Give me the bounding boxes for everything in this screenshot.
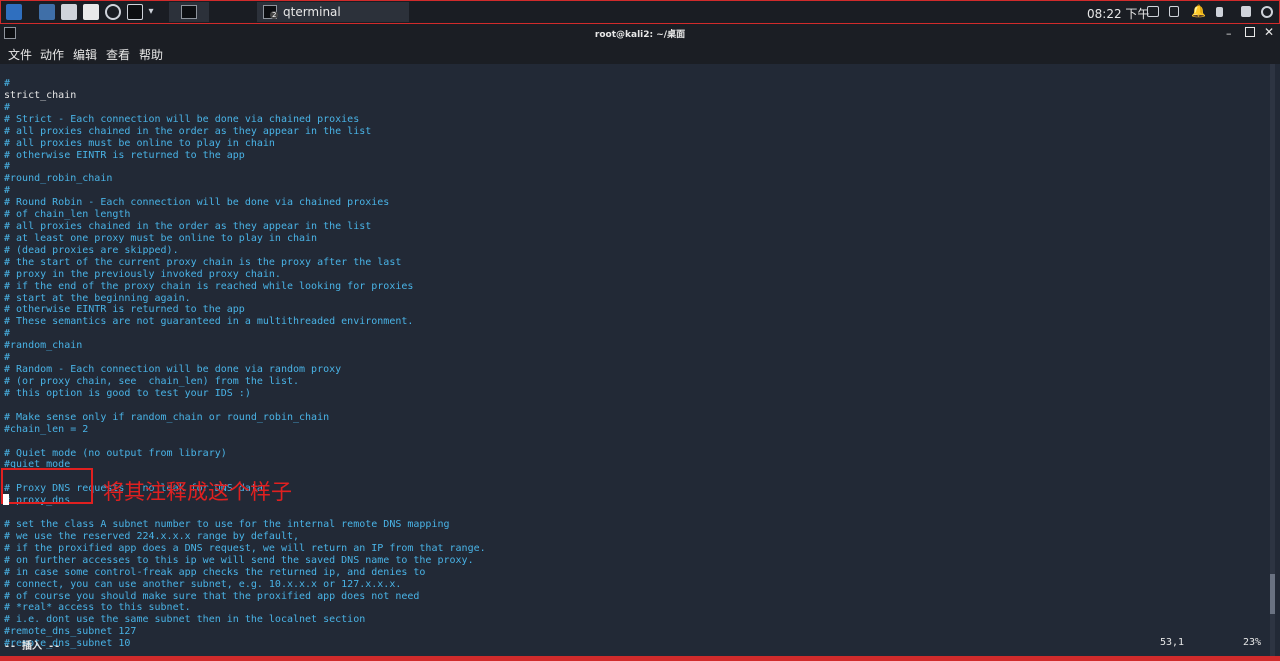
terminal-area[interactable]: # strict_chain # # Strict - Each connection…: [0, 64, 1280, 656]
terminal-line: # at least one proxy must be online to p…: [4, 232, 318, 244]
lock-icon[interactable]: [1241, 6, 1251, 17]
scrollbar-thumb[interactable]: [1270, 574, 1275, 614]
vim-mode: -- 插入 --: [4, 641, 61, 652]
terminal-line: # on further accesses to this ip we will…: [4, 554, 474, 566]
bottom-border: [0, 656, 1280, 661]
terminal-line: # Make sense only if random_chain or rou…: [4, 411, 330, 423]
terminal-line: # proxy in the previously invoked proxy …: [4, 268, 281, 280]
terminal-line: # otherwise EINTR is returned to the app: [4, 149, 245, 161]
taskbar: ▾ 2 qterminal 08:22 下午 🔔: [0, 0, 1280, 24]
terminal-line: #chain_len = 2: [4, 423, 89, 435]
terminal-line: # we use the reserved 224.x.x.x range by…: [4, 530, 300, 542]
terminal-line: # Quiet mode (no output from library): [4, 447, 227, 459]
display-icon[interactable]: [1169, 6, 1179, 17]
terminal-line: #random_chain: [4, 340, 83, 352]
terminal-line: # Round Robin - Each connection will be …: [4, 197, 390, 209]
terminal-line: # Strict - Each connection will be done …: [4, 113, 360, 125]
terminal-line: # this option is good to test your IDS :…: [4, 387, 251, 399]
terminal-launcher-icon[interactable]: [127, 4, 143, 20]
terminal-line: # (or proxy chain, see chain_len) from t…: [4, 376, 300, 387]
cursor-position: 53,1: [1160, 637, 1185, 648]
terminal-line: # connect, you can use another subnet, e…: [4, 578, 402, 590]
scroll-percent: 23%: [1243, 637, 1262, 648]
terminal-line: # if the proxified app does a DNS reques…: [4, 542, 486, 554]
text-cursor: [3, 494, 9, 505]
browser-icon[interactable]: [105, 4, 121, 20]
terminal-line: # the start of the current proxy chain i…: [4, 256, 402, 268]
terminal-line: # all proxies must be online to play in …: [4, 137, 275, 149]
menu-file[interactable]: 文件: [8, 46, 32, 63]
workspace-icon: [181, 5, 197, 19]
menubar: 文件 动作 编辑 查看 帮助: [0, 44, 1280, 64]
notification-bell-icon[interactable]: 🔔: [1191, 4, 1206, 18]
terminal-line: # i.e. dont use the same subnet then in …: [4, 614, 366, 626]
text-editor-icon[interactable]: [83, 4, 99, 20]
maximize-icon[interactable]: [1245, 27, 1255, 37]
terminal-line: # These semantics are not guaranteed in …: [4, 316, 414, 328]
terminal-line: # in case some control-freak app checks …: [4, 566, 426, 578]
terminal-line: #: [4, 352, 11, 364]
terminal-line: # *real* access to this subnet.: [4, 602, 191, 614]
terminal-line: # of course you should make sure that th…: [4, 590, 420, 602]
menu-edit[interactable]: 编辑: [73, 46, 97, 63]
terminal-line: # start at the beginning again.: [4, 292, 191, 304]
terminal-line: # Random - Each connection will be done …: [4, 364, 342, 376]
terminal-line: #: [4, 101, 11, 113]
terminal-line: #: [4, 161, 11, 173]
terminal-line: #round_robin_chain: [4, 173, 113, 185]
menu-help[interactable]: 帮助: [139, 46, 163, 63]
annotation-text: 将其注释成这个样子: [103, 480, 292, 504]
taskbar-window-qterminal[interactable]: 2 qterminal: [257, 2, 409, 22]
battery-icon[interactable]: [1216, 7, 1223, 17]
scrollbar[interactable]: [1270, 64, 1275, 656]
terminal-line: #: [4, 185, 11, 197]
file-manager-icon[interactable]: [61, 4, 77, 20]
terminal-line: # otherwise EINTR is returned to the app: [4, 304, 245, 316]
terminal-line: # set the class A subnet number to use f…: [4, 519, 450, 531]
window-titlebar[interactable]: root@kali2: ~/桌面 – ✕: [0, 24, 1280, 44]
workspace-switcher[interactable]: [169, 2, 209, 22]
vim-status-line: -- 插入 -- 53,1 23%: [0, 637, 1280, 652]
menu-actions[interactable]: 动作: [40, 46, 64, 63]
terminal-line: # of chain_len length: [4, 209, 131, 221]
power-icon[interactable]: [1261, 6, 1273, 18]
minimize-icon[interactable]: –: [1226, 27, 1232, 40]
highlight-box: [1, 468, 93, 504]
terminal-line: # all proxies chained in the order as th…: [4, 125, 372, 137]
chevron-down-icon[interactable]: ▾: [144, 3, 158, 21]
terminal-line: # if the end of the proxy chain is reach…: [4, 280, 414, 292]
window-count-badge: 2: [270, 11, 279, 19]
terminal-line: # (dead proxies are skipped).: [4, 244, 179, 256]
window-title: root@kali2: ~/桌面: [594, 30, 686, 40]
desktop-icon[interactable]: [39, 4, 55, 20]
window-title-label: qterminal: [283, 5, 341, 19]
clock[interactable]: 08:22 下午: [1087, 5, 1149, 22]
terminal-line: #: [4, 78, 11, 89]
terminal-line: strict_chain: [4, 89, 77, 101]
kali-menu-icon[interactable]: [6, 4, 22, 20]
terminal-line: #: [4, 328, 11, 340]
terminal-line: # all proxies chained in the order as th…: [4, 221, 372, 233]
close-icon[interactable]: ✕: [1264, 25, 1274, 39]
window-list-icon[interactable]: [1147, 6, 1159, 17]
menu-view[interactable]: 查看: [106, 46, 130, 63]
